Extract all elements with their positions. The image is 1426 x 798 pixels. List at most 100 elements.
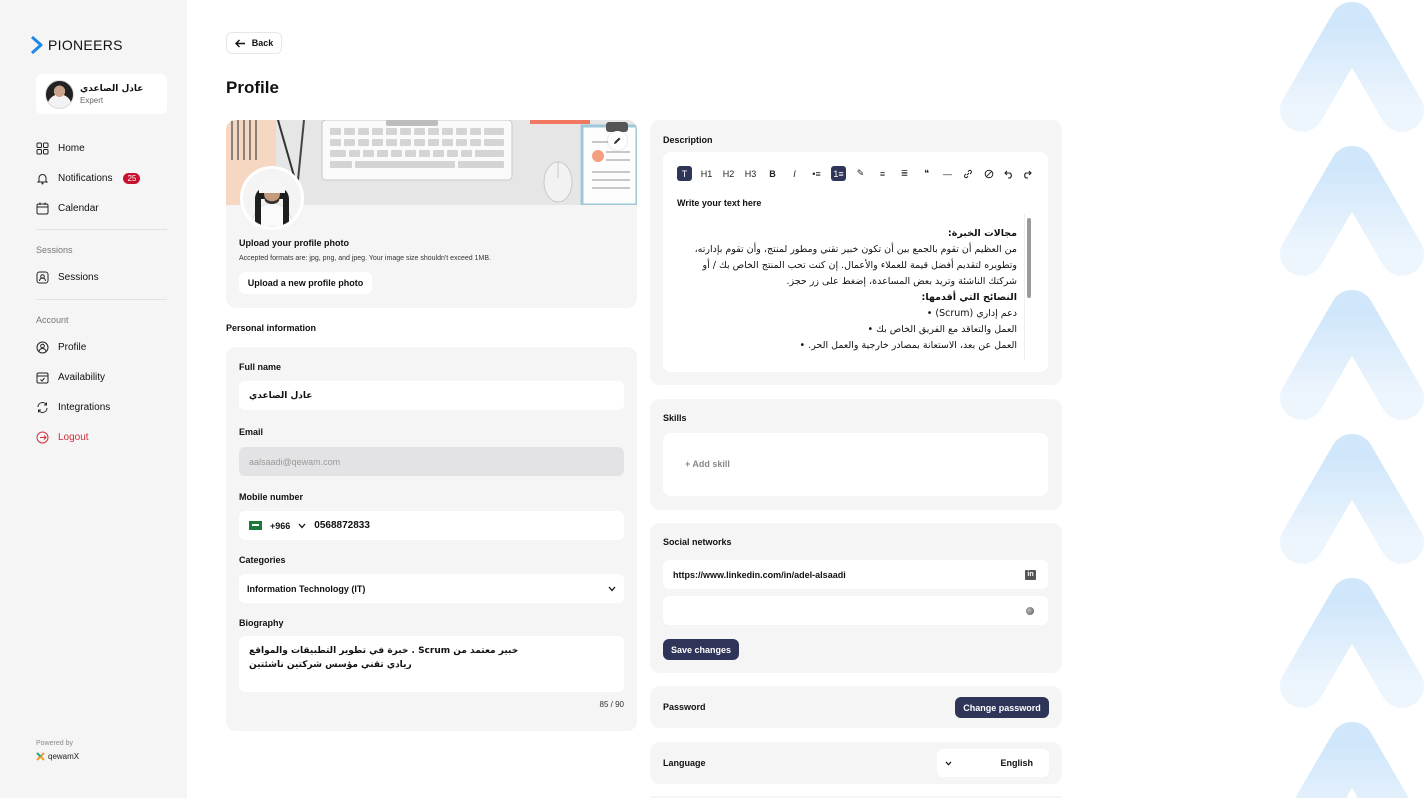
skills-box: + Add skill <box>663 433 1048 496</box>
grid-icon <box>36 142 49 155</box>
language-label: Language <box>663 758 706 768</box>
linkedin-field[interactable]: https://www.linkedin.com/in/adel-alsaadi… <box>663 560 1048 589</box>
link-icon <box>963 169 972 178</box>
editor-scrollbar-thumb[interactable] <box>1027 218 1031 298</box>
toolbar-redo-button[interactable] <box>1019 166 1034 181</box>
editor-scrollbar-track[interactable] <box>1024 214 1034 360</box>
description-editor[interactable]: T H1 H2 H3 B I •≡ 1≡ ✎ ≡ ≣ ❝ — Write you… <box>663 152 1048 372</box>
powered-by-label: Powered by <box>36 740 73 747</box>
chevron-down-icon <box>945 760 952 766</box>
sidebar-item-label: Profile <box>58 342 87 353</box>
user-card[interactable]: عادل الصاعدي Expert <box>36 74 167 114</box>
upload-photo-button[interactable]: Upload a new profile photo <box>239 272 372 294</box>
sidebar-item-label: Sessions <box>58 272 99 283</box>
sessions-icon <box>36 271 49 284</box>
linkedin-url: https://www.linkedin.com/in/adel-alsaadi <box>673 569 846 580</box>
editor-content: مجالات الخبرة: من العظيم أن تقوم بالجمع … <box>677 226 1017 354</box>
bell-icon <box>36 174 49 185</box>
categories-label: Categories <box>239 555 286 565</box>
sidebar-item-calendar[interactable]: Calendar <box>36 202 99 215</box>
biography-line-1: خبرة في تطوير التطبيقات والمواقع . Scrum… <box>249 646 519 656</box>
qewamx-logo-icon <box>36 752 45 761</box>
sidebar-item-sessions[interactable]: Sessions <box>36 271 99 284</box>
toolbar-link-button[interactable] <box>960 166 975 181</box>
logo-mark-icon <box>31 36 43 54</box>
toolbar-bold-button[interactable]: B <box>765 166 780 181</box>
sidebar-item-label: Notifications <box>58 173 113 184</box>
sidebar-item-profile[interactable]: Profile <box>36 341 86 354</box>
toolbar-ordered-list-button[interactable]: 1≡ <box>831 166 846 181</box>
social-network-icon <box>1026 606 1034 615</box>
toolbar-h2-button[interactable]: H2 <box>721 166 736 181</box>
editor-bullet-1: دعم إداري (Scrum) • <box>926 308 1017 319</box>
toolbar-text-button[interactable]: T <box>677 166 692 181</box>
biography-textarea[interactable]: خبرة في تطوير التطبيقات والمواقع . Scrum… <box>239 636 624 692</box>
brand-name: PIONEERS <box>48 37 123 53</box>
editor-heading-1: مجالات الخبرة: <box>947 228 1017 239</box>
toolbar-align-center-button[interactable]: ≡ <box>875 166 890 181</box>
sidebar-item-label: Logout <box>58 432 89 443</box>
password-label: Password <box>663 702 706 712</box>
editor-heading-2: النصائح التي أقدمها: <box>921 292 1017 303</box>
sidebar-item-label: Availability <box>58 372 106 383</box>
biography-counter: 85 / 90 <box>599 700 624 709</box>
toolbar-h1-button[interactable]: H1 <box>699 166 714 181</box>
section-heading-account: Account <box>36 315 69 325</box>
toolbar-undo-button[interactable] <box>1001 166 1016 181</box>
full-name-field[interactable]: عادل الصاعدي <box>239 381 624 410</box>
toolbar-highlight-button[interactable]: ✎ <box>853 166 868 181</box>
toolbar-h3-button[interactable]: H3 <box>743 166 758 181</box>
sidebar-item-availability[interactable]: Availability <box>36 371 105 384</box>
redo-icon <box>1023 170 1032 179</box>
language-value: English <box>1000 758 1033 768</box>
user-circle-icon <box>36 341 49 354</box>
sidebar-item-integrations[interactable]: Integrations <box>36 401 110 414</box>
biography-label: Biography <box>239 618 284 628</box>
chevron-down-icon[interactable] <box>298 523 306 529</box>
social-label: Social networks <box>663 537 732 547</box>
bullet-text: العمل عن بعد، الاستعانة بمصادر خارجية وا… <box>808 340 1017 351</box>
sidebar-item-logout[interactable]: Logout <box>36 431 89 444</box>
toolbar-italic-button[interactable]: I <box>787 166 802 181</box>
calendar-check-icon <box>36 372 49 384</box>
back-button[interactable]: Back <box>226 32 282 54</box>
chevron-pattern-icon <box>1280 2 1424 798</box>
profile-photo <box>243 169 301 227</box>
categories-select[interactable]: Information Technology (IT) <box>239 574 624 603</box>
section-heading-sessions: Sessions <box>36 245 73 255</box>
sync-icon <box>37 402 48 413</box>
sidebar-item-home[interactable]: Home <box>36 142 85 155</box>
sidebar-item-label: Home <box>58 143 85 154</box>
editor-bullet-3: العمل عن بعد، الاستعانة بمصادر خارجية وا… <box>799 340 1017 351</box>
add-skill-button[interactable]: + Add skill <box>685 459 730 469</box>
logout-icon <box>36 431 49 444</box>
upload-photo-title: Upload your profile photo <box>239 238 349 248</box>
page-title: Profile <box>226 78 279 97</box>
email-label: Email <box>239 427 264 437</box>
email-field: aalsaadi@qewam.com <box>239 447 624 476</box>
toolbar-divider-button[interactable]: — <box>940 166 955 181</box>
toolbar-bullet-list-button[interactable]: •≡ <box>809 166 824 181</box>
saudi-flag-icon <box>249 521 262 530</box>
linkedin-icon: in <box>1025 569 1036 580</box>
sidebar-item-notifications[interactable]: Notifications 25 <box>36 172 141 185</box>
upload-photo-hint: Accepted formats are: jpg, png, and jpeg… <box>239 255 491 262</box>
toolbar-unlink-button[interactable] <box>981 166 996 181</box>
country-code[interactable]: +966 <box>270 521 290 531</box>
powered-by-brand: qewamX <box>36 752 79 761</box>
toolbar-quote-button[interactable]: ❝ <box>919 166 934 181</box>
personal-info-heading: Personal information <box>226 323 317 333</box>
change-password-button[interactable]: Change password <box>955 697 1049 718</box>
brand-logo[interactable]: PIONEERS <box>30 36 123 54</box>
toolbar-justify-button[interactable]: ≣ <box>897 166 912 181</box>
edit-cover-button[interactable] <box>608 131 627 150</box>
language-select[interactable]: English <box>937 749 1049 777</box>
pencil-icon <box>614 137 621 144</box>
save-changes-button[interactable]: Save changes <box>663 639 739 660</box>
mobile-field[interactable]: +966 0568872833 <box>239 511 624 540</box>
bullet-text: العمل والتعاقد مع الفريق الخاص بك <box>876 324 1017 335</box>
profile-avatar[interactable] <box>240 166 304 230</box>
social-field-2[interactable] <box>663 596 1048 625</box>
chevron-down-icon <box>608 586 616 591</box>
full-name-value: عادل الصاعدي <box>249 390 313 401</box>
